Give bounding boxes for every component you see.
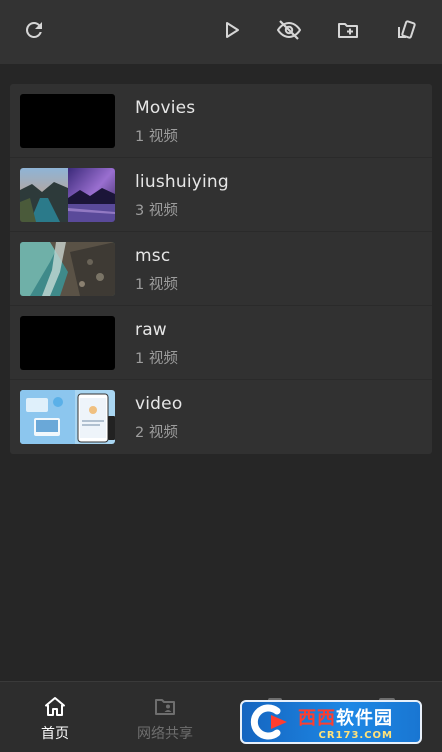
hide-button[interactable] (271, 12, 307, 48)
folder-row-video[interactable]: video 2 视频 (10, 380, 432, 454)
folder-row-raw[interactable]: raw 1 视频 (10, 306, 432, 380)
folder-row-msc[interactable]: msc 1 视频 (10, 232, 432, 306)
folder-count: 1 视频 (135, 351, 178, 367)
refresh-button[interactable] (16, 12, 52, 48)
nav-home[interactable]: 首页 (0, 682, 110, 752)
watermark-sub: CR173.COM (318, 729, 393, 741)
nav-network-share[interactable]: 网络共享 (110, 682, 220, 752)
folder-count: 2 视频 (135, 425, 178, 441)
eye-off-icon (277, 20, 301, 40)
folder-count: 3 视频 (135, 203, 178, 219)
rotate-button[interactable] (389, 12, 425, 48)
refresh-icon (26, 21, 42, 38)
folder-row-movies[interactable]: Movies 1 视频 (10, 84, 432, 158)
new-folder-button[interactable] (330, 12, 366, 48)
folder-count: 1 视频 (135, 129, 178, 145)
folder-name: msc (135, 246, 171, 266)
folder-name: raw (135, 320, 167, 340)
folder-name: liushuiying (135, 172, 229, 192)
watermark-text-white: 软件园 (336, 707, 393, 729)
watermark-text-red: 西西 (298, 707, 336, 729)
watermark-c-icon (246, 702, 292, 742)
top-toolbar (0, 0, 442, 64)
folder-name: video (135, 394, 183, 414)
watermark-logo: 西西软件园 CR173.COM (240, 700, 422, 744)
folder-thumbnail (20, 168, 115, 222)
folder-thumbnail (20, 94, 115, 148)
folder-thumbnail (20, 242, 115, 296)
folder-plus-icon (338, 23, 358, 38)
folder-thumbnail (20, 316, 115, 370)
folder-thumbnail (20, 390, 115, 444)
folder-list: Movies 1 视频 liushuiying 3 视频 msc 1 视频 ra… (10, 84, 432, 454)
home-icon (45, 697, 65, 716)
folder-user-icon (155, 699, 175, 715)
folder-name: Movies (135, 98, 196, 118)
folder-row-liushuiying[interactable]: liushuiying 3 视频 (10, 158, 432, 232)
play-button[interactable] (213, 12, 249, 48)
play-icon (226, 22, 239, 38)
rotate-icon (398, 20, 416, 39)
folder-count: 1 视频 (135, 277, 178, 293)
nav-label: 首页 (41, 726, 69, 742)
nav-label: 网络共享 (137, 726, 193, 742)
